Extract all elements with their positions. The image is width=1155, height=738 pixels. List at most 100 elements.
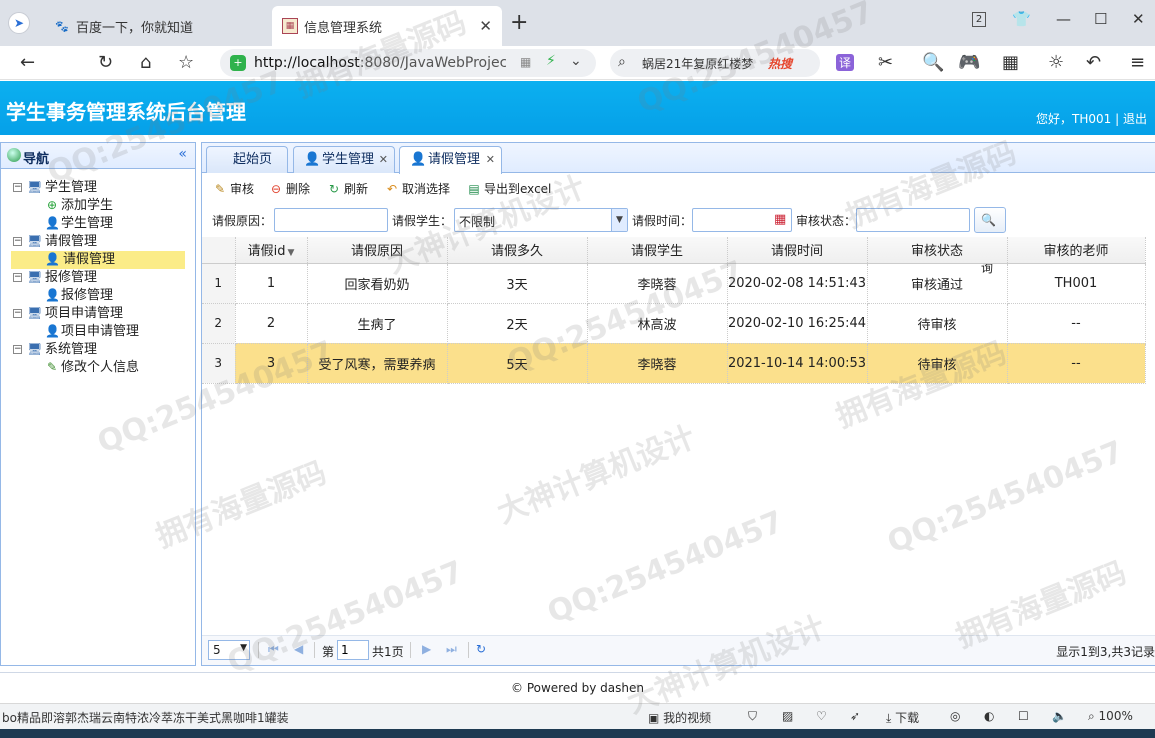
window-icon[interactable]: ☐ — [1018, 709, 1029, 723]
browser-tab-active[interactable]: ▦ 信息管理系统 ✕ — [272, 6, 502, 46]
export-excel-button[interactable]: ▤ 导出到excel — [466, 179, 551, 199]
menu-icon[interactable]: ≡ — [1130, 52, 1145, 73]
navigate-icon[interactable]: ➤ — [8, 12, 30, 34]
undo-icon: ↶ — [386, 182, 398, 196]
tree-group-label: 请假管理 — [45, 234, 98, 249]
qr-code-icon[interactable]: ▦ — [520, 55, 531, 69]
home-icon[interactable]: ⌂ — [140, 52, 151, 73]
minimize-icon[interactable]: — — [1056, 10, 1071, 28]
column-header-reason[interactable]: 请假原因 — [307, 237, 448, 264]
next-page-icon[interactable]: ▶ — [422, 642, 431, 656]
collapse-tree-icon[interactable]: − — [13, 183, 22, 192]
column-header-id[interactable]: 请假id ▼ — [235, 237, 308, 264]
tree-item-leave-manage[interactable]: 👤 请假管理 — [11, 251, 185, 269]
address-bar[interactable]: + http://localhost:8080/JavaWebProject ▦… — [220, 49, 596, 77]
image-icon[interactable]: ▨ — [782, 709, 793, 723]
action-label: 取消选择 — [402, 182, 451, 196]
collapse-tree-icon[interactable]: − — [13, 237, 22, 246]
tree-group-system[interactable]: − 🖥 系统管理 — [1, 341, 195, 359]
cell-duration: 3天 — [447, 263, 588, 304]
refresh-button[interactable]: ↻ 刷新 — [326, 179, 368, 199]
table-row[interactable]: 1 1 回家看奶奶 3天 李晓蓉 2020-02-08 14:51:43 审核通… — [202, 263, 1146, 304]
close-tab-icon[interactable]: ✕ — [379, 147, 388, 172]
prev-page-icon[interactable]: ◀ — [294, 642, 303, 656]
browser-icon[interactable]: ◐ — [984, 709, 994, 723]
zoom-level[interactable]: ⌕ 100% — [1088, 709, 1133, 724]
news-ticker[interactable]: bo精品即溶郭杰瑞云南特浓冷萃冻干美式黑咖啡1罐装 — [2, 709, 312, 726]
logout-link[interactable]: 退出 — [1123, 112, 1147, 126]
close-tab-icon[interactable]: ✕ — [486, 147, 495, 172]
tree-group-repair[interactable]: − 🖥 报修管理 — [1, 269, 195, 287]
chevron-down-icon[interactable]: ▼ — [240, 643, 247, 653]
back-icon[interactable]: ← — [20, 52, 35, 73]
search-text[interactable]: 蜗居21年复原红楼梦 — [642, 55, 762, 72]
close-tab-icon[interactable]: ✕ — [479, 17, 492, 35]
collapse-tree-icon[interactable]: − — [13, 309, 22, 318]
column-header-teacher[interactable]: 审核的老师 — [1007, 237, 1146, 264]
tree-item-student-manage[interactable]: 👤 学生管理 — [1, 215, 195, 233]
delete-button[interactable]: ⊖ 删除 — [268, 179, 310, 199]
url-text[interactable]: http://localhost:8080/JavaWebProject — [254, 55, 506, 71]
heart-monitor-icon[interactable]: ♡ — [816, 709, 827, 723]
tab-student-manage[interactable]: 👤 学生管理 ✕ — [293, 146, 395, 173]
rocket-icon[interactable]: ➶ — [850, 709, 860, 723]
close-window-icon[interactable]: ✕ — [1132, 10, 1145, 28]
column-header-duration[interactable]: 请假多久 — [447, 237, 588, 264]
column-header-status[interactable]: 审核状态 — [867, 237, 1008, 264]
brightness-icon[interactable]: ☼ — [1048, 52, 1064, 73]
status-input[interactable] — [856, 208, 970, 232]
apps-grid-icon[interactable]: ▦ — [1002, 52, 1019, 73]
tree-group-student[interactable]: − 🖥 学生管理 — [1, 179, 195, 197]
page-number-input[interactable] — [337, 640, 369, 660]
reload-icon[interactable]: ↻ — [98, 52, 113, 73]
tree-item-repair-manage[interactable]: 👤 报修管理 — [1, 287, 195, 305]
maximize-icon[interactable]: ☐ — [1094, 10, 1107, 28]
hot-search-badge[interactable]: 热搜 — [768, 55, 792, 72]
my-video-button[interactable]: ▣ 我的视频 — [648, 709, 711, 726]
search-button[interactable]: 🔍查询 — [974, 207, 1006, 275]
magnifier-icon[interactable]: 🔍 — [922, 52, 944, 73]
calendar-icon[interactable]: ▦ — [774, 212, 786, 227]
undo-icon[interactable]: ↶ — [1086, 52, 1101, 73]
column-header-student[interactable]: 请假学生 — [587, 237, 728, 264]
first-page-icon[interactable]: ⏮ — [268, 642, 279, 657]
chevron-down-icon[interactable]: ⌄ — [570, 53, 582, 69]
approve-button[interactable]: ✎ 审核 — [212, 179, 254, 199]
search-bar[interactable]: ⌕ 蜗居21年复原红楼梦 热搜 — [610, 49, 820, 77]
shield-icon[interactable]: ⛉ — [748, 709, 757, 724]
incognito-icon[interactable]: ◎ — [950, 709, 960, 723]
tab-home[interactable]: 起始页 — [206, 146, 288, 173]
table-row-selected[interactable]: 3 3 受了风寒，需要养病 5天 李晓蓉 2021-10-14 14:00:53… — [202, 343, 1146, 384]
translate-icon[interactable]: 译 — [836, 54, 855, 71]
sort-desc-icon[interactable]: ▼ — [287, 248, 294, 258]
new-tab-button[interactable]: + — [510, 10, 528, 35]
student-select[interactable]: 不限制 ▼ — [454, 208, 628, 232]
table-row[interactable]: 2 2 生病了 2天 林高波 2020-02-10 16:25:44 待审核 -… — [202, 303, 1146, 344]
refresh-icon[interactable]: ↻ — [476, 642, 486, 656]
chevron-down-icon[interactable]: ▼ — [611, 209, 627, 231]
tree-item-project-manage[interactable]: 👤 项目申请管理 — [1, 323, 195, 341]
tab-leave-manage[interactable]: 👤 请假管理 ✕ — [399, 146, 502, 174]
tree-group-label: 报修管理 — [45, 270, 98, 285]
cancel-select-button[interactable]: ↶ 取消选择 — [384, 179, 450, 199]
collapse-left-icon[interactable]: « — [178, 146, 187, 162]
collapse-tree-icon[interactable]: − — [13, 345, 22, 354]
tree-group-project[interactable]: − 🖥 项目申请管理 — [1, 305, 195, 323]
tree-group-leave[interactable]: − 🖥 请假管理 — [1, 233, 195, 251]
tree-item-edit-profile[interactable]: ✎ 修改个人信息 — [1, 359, 195, 377]
column-header-time[interactable]: 请假时间 — [727, 237, 868, 264]
download-button[interactable]: ⤓ 下载 — [886, 709, 919, 726]
lightning-icon[interactable]: ⚡ — [546, 53, 556, 69]
collapse-tree-icon[interactable]: − — [13, 273, 22, 282]
reason-input[interactable] — [274, 208, 388, 232]
page-size-select[interactable]: 5 ▼ — [208, 640, 250, 660]
gamepad-icon[interactable]: 🎮 — [958, 52, 980, 73]
tab-count-badge[interactable]: 2 — [972, 12, 986, 27]
tree-item-add-student[interactable]: ⊕ 添加学生 — [1, 197, 195, 215]
browser-tab-baidu[interactable]: 🐾 百度一下，你就知道 — [44, 6, 270, 46]
last-page-icon[interactable]: ⏭ — [446, 642, 457, 657]
scissors-icon[interactable]: ✂ — [878, 52, 893, 73]
bookmark-star-icon[interactable]: ☆ — [178, 52, 194, 73]
speaker-icon[interactable]: 🔈 — [1052, 709, 1067, 723]
shirt-icon[interactable]: 👕 — [1012, 10, 1031, 28]
